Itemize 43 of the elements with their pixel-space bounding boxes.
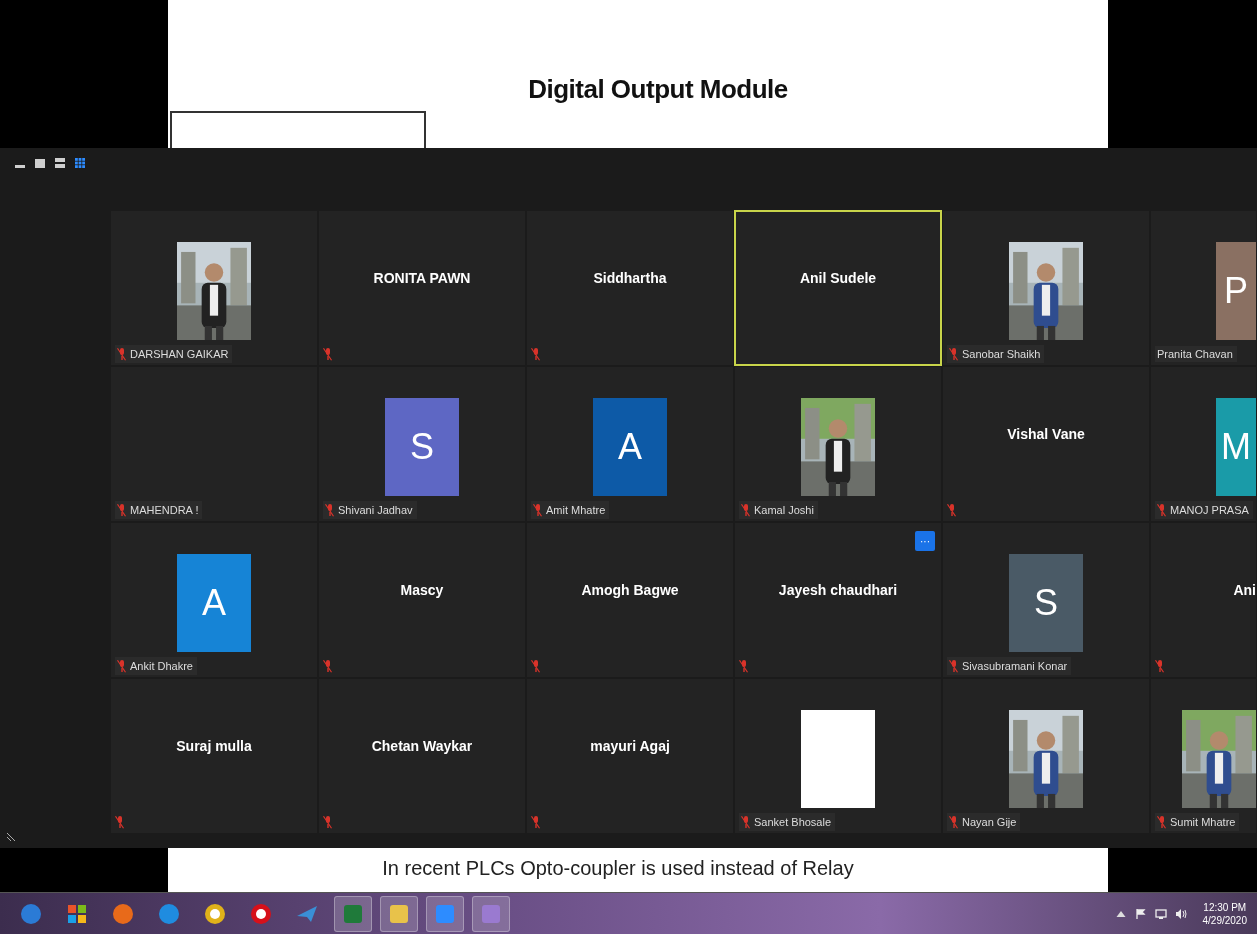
participant-name: Vishal Vane (1007, 426, 1085, 442)
participant-name: Jayesh chaudhari (778, 582, 898, 598)
volume-icon[interactable] (1174, 907, 1187, 920)
participant-name: Kamal Joshi (754, 504, 814, 516)
clock-time[interactable]: 12:30 PM (1203, 900, 1247, 914)
avatar: A (593, 398, 667, 496)
participant-name: Suraj mulla (176, 738, 252, 754)
more-button[interactable]: ··· (915, 531, 935, 551)
slide-text: In recent PLCs Opto-coupler is used instead of Relay (382, 857, 854, 881)
avatar: S (385, 398, 459, 496)
network-icon[interactable] (1154, 907, 1167, 920)
participant-name: MAHENDRA ! (130, 504, 199, 516)
taskbar-app-icon[interactable] (380, 895, 418, 932)
participant-name: Pranita Chavan (1157, 348, 1233, 360)
participant-name: Sanket Bhosale (754, 816, 832, 828)
participant-name: RONITA PAWN (373, 270, 471, 286)
participant-name: Sivasubramani Konar (962, 660, 1068, 672)
clock-date[interactable]: 4/29/2020 (1202, 913, 1247, 927)
participant-name: Amogh Bagwe (581, 582, 679, 598)
avatar: A (177, 554, 251, 652)
participant-name: MANOJ PRASA (1170, 504, 1249, 516)
participant-name: Mascy (400, 582, 444, 598)
participant-name: Anil Sudele (799, 270, 877, 286)
flag-icon[interactable] (1134, 907, 1147, 920)
single-view-icon[interactable] (34, 157, 46, 169)
slide-title: Digital Output Module (528, 74, 788, 105)
avatar: M (1216, 398, 1256, 496)
participant-name: Sumit Mhatre (1170, 816, 1236, 828)
gallery-view-icon[interactable] (74, 157, 86, 169)
participant-name: mayuri Agaj (590, 738, 670, 754)
participant-name: Shivani Jadhav (338, 504, 413, 516)
participant-name: Ankit Dhakre (130, 660, 193, 672)
avatar: P (1216, 242, 1256, 340)
participant-name: Chetan Waykar (371, 738, 473, 754)
avatar: S (1009, 554, 1083, 652)
participant-name: Nayan Gije (962, 816, 1017, 828)
participant-name: Ani (1233, 582, 1256, 598)
speaker-view-icon[interactable] (54, 157, 66, 169)
participant-name: Siddhartha (593, 270, 667, 286)
participant-name: DARSHAN GAIKAR (130, 348, 229, 360)
participant-name: Sanobar Shaikh (962, 348, 1041, 360)
participant-name: Amit Mhatre (546, 504, 606, 516)
resize-grip-icon[interactable] (6, 832, 16, 842)
